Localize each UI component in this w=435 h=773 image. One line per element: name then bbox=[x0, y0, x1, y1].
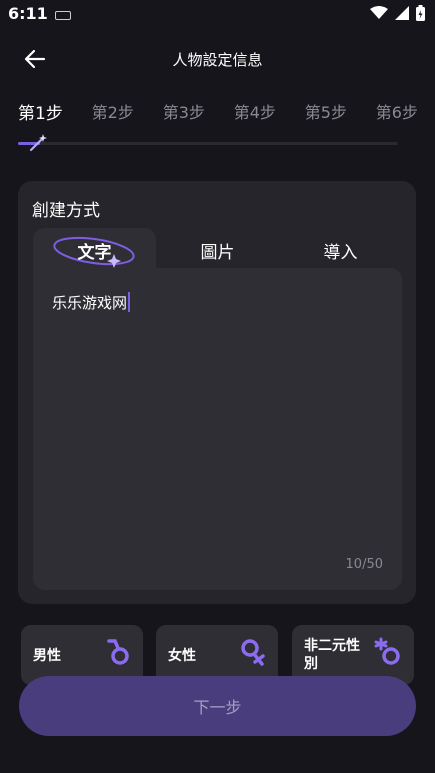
tab-text[interactable]: 文字 bbox=[33, 238, 156, 263]
step-3[interactable]: 第3步 bbox=[163, 99, 205, 124]
page-title: 人物設定信息 bbox=[172, 51, 263, 69]
next-step-button[interactable]: 下一步 bbox=[19, 676, 416, 736]
text-caret bbox=[128, 292, 131, 312]
character-counter: 10/50 bbox=[345, 557, 383, 572]
step-4[interactable]: 第4步 bbox=[234, 99, 276, 124]
magic-wand-icon bbox=[29, 134, 47, 152]
gender-nonbinary-label: 非二元性別 bbox=[304, 638, 360, 672]
gender-male-label: 男性 bbox=[33, 648, 61, 664]
step-6[interactable]: 第6步 bbox=[376, 99, 418, 124]
male-icon bbox=[107, 639, 129, 665]
nonbinary-icon bbox=[374, 637, 400, 665]
card-title: 創建方式 bbox=[32, 201, 100, 221]
step-2[interactable]: 第2步 bbox=[92, 99, 134, 124]
status-time: 6:11 bbox=[8, 4, 48, 23]
female-icon bbox=[241, 639, 265, 666]
description-textarea[interactable] bbox=[33, 268, 402, 590]
tab-import[interactable]: 導入 bbox=[279, 238, 402, 263]
step-tabs: 第1步 第2步 第3步 第4步 第5步 第6步 bbox=[18, 99, 418, 124]
signal-icon bbox=[395, 6, 409, 20]
tab-image[interactable]: 圖片 bbox=[156, 238, 279, 263]
status-icons bbox=[370, 5, 425, 21]
step-progress-track bbox=[18, 142, 398, 145]
keyboard-icon bbox=[55, 11, 71, 20]
battery-icon bbox=[416, 5, 425, 21]
step-1[interactable]: 第1步 bbox=[18, 99, 63, 124]
gender-female-label: 女性 bbox=[168, 648, 196, 664]
description-input-value[interactable]: 乐乐游戏网 bbox=[52, 292, 131, 313]
next-step-label: 下一步 bbox=[193, 698, 242, 717]
wifi-icon bbox=[370, 6, 388, 19]
step-5[interactable]: 第5步 bbox=[305, 99, 347, 124]
